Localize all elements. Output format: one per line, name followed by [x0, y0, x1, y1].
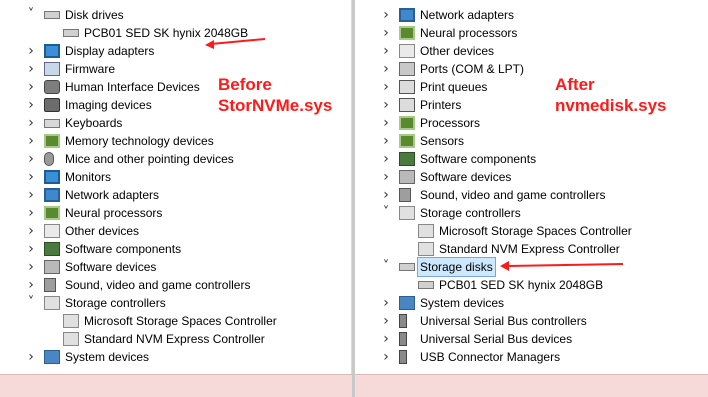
before-arrow — [205, 38, 266, 49]
after-arrow — [500, 261, 624, 271]
right-device-tree-pane: › Network adapters › Neural processors › Othe… — [355, 0, 708, 397]
left-device-tree-pane: ˅ Disk drives PCB01 SED SK hynix 2048GB › Di… — [0, 0, 352, 397]
